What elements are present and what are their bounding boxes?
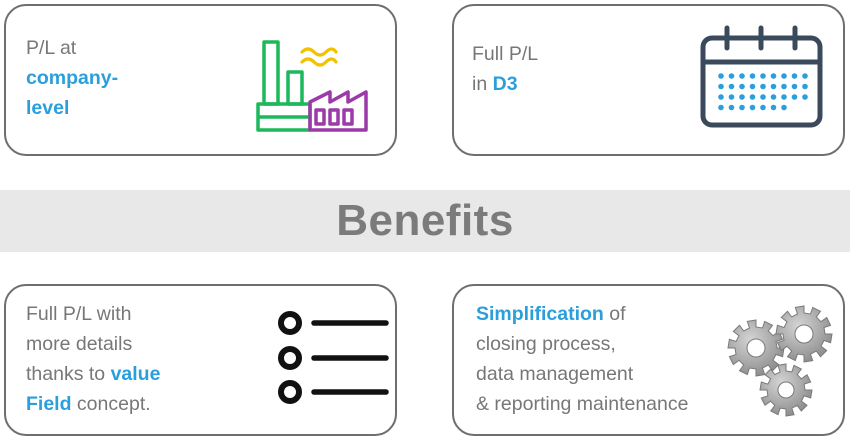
- list-icon: [278, 311, 389, 404]
- benefits-banner: Benefits: [0, 190, 850, 252]
- calendar-dot: [802, 73, 808, 79]
- card2-line2: in D3: [472, 69, 538, 99]
- card3-line1: Full P/L with: [26, 303, 132, 325]
- calendar-dot: [749, 73, 756, 79]
- card3-line4b: concept.: [71, 393, 151, 415]
- card3-line4: Field concept.: [26, 389, 160, 419]
- calendar-dot: [728, 73, 735, 79]
- calendar-dot: [781, 94, 787, 100]
- card4-line1b: of: [603, 303, 626, 325]
- card1-line2: company-: [26, 67, 119, 89]
- calendar-dot: [791, 83, 798, 90]
- card-value-field: Full P/L with more details thanks to val…: [4, 284, 397, 436]
- gear-shape: [727, 319, 785, 377]
- calendar-dot: [791, 94, 798, 100]
- calendar-dot: [760, 73, 766, 79]
- calendar-dot: [749, 94, 756, 100]
- calendar-dot: [749, 104, 756, 111]
- banner-title: Benefits: [336, 196, 514, 245]
- calendar-dot: [770, 94, 777, 100]
- calendar-dot: [728, 104, 735, 111]
- calendar-dot: [791, 73, 798, 79]
- calendar-icon: [700, 25, 823, 128]
- card3-line3: thanks to value: [26, 359, 160, 389]
- card4-line3: data management: [476, 363, 634, 385]
- calendar-dot: [749, 83, 756, 90]
- card4-line2: closing process,: [476, 333, 616, 355]
- calendar-dot: [718, 94, 724, 100]
- calendar-dot: [718, 104, 724, 111]
- calendar-dot: [718, 83, 724, 90]
- calendar-dot: [739, 83, 745, 90]
- calendar-dot: [739, 73, 745, 79]
- gear-shape: [759, 363, 813, 417]
- card3-line3b: value: [110, 363, 161, 385]
- calendar-dot: [760, 104, 766, 111]
- card-simplification: Simplification of closing process, data …: [452, 284, 845, 436]
- card-full-pl-d3: Full P/L in D3: [452, 4, 845, 156]
- calendar-dot: [802, 94, 808, 100]
- calendar-dot: [760, 94, 766, 100]
- card-text: Full P/L with more details thanks to val…: [26, 299, 160, 419]
- card1-line3: level: [26, 97, 70, 119]
- gear-shape: [775, 305, 833, 363]
- card2-line2a: in: [472, 73, 493, 95]
- card-company-level: P/L at company- level: [4, 4, 397, 156]
- calendar-dot: [718, 73, 724, 79]
- card-text: Full P/L in D3: [472, 39, 538, 99]
- card1-line1: P/L at: [26, 37, 77, 59]
- card2-line1: Full P/L: [472, 43, 539, 65]
- calendar-dot: [728, 83, 735, 90]
- card4-line4: & reporting maintenance: [476, 393, 689, 415]
- calendar-dot: [781, 104, 787, 111]
- card2-line2b: D3: [492, 73, 518, 95]
- factory-icon: [256, 40, 368, 132]
- calendar-dot: [739, 94, 745, 100]
- calendar-dot: [760, 83, 766, 90]
- calendar-dot: [802, 83, 808, 90]
- calendar-dot: [781, 73, 787, 79]
- calendar-dot: [770, 73, 777, 79]
- gears-icon: [727, 305, 833, 417]
- calendar-dot: [781, 83, 787, 90]
- card4-line1a: Simplification: [476, 303, 604, 325]
- card3-line4a: Field: [26, 393, 72, 415]
- card4-line1: Simplification of: [476, 299, 688, 329]
- card3-line2: more details: [26, 333, 133, 355]
- card-text: Simplification of closing process, data …: [476, 299, 688, 419]
- calendar-dot: [728, 94, 735, 100]
- calendar-dot: [739, 104, 745, 111]
- card3-line3a: thanks to: [26, 363, 111, 385]
- calendar-dot: [770, 104, 777, 111]
- calendar-dot: [770, 83, 777, 90]
- card-text: P/L at company- level: [26, 33, 118, 123]
